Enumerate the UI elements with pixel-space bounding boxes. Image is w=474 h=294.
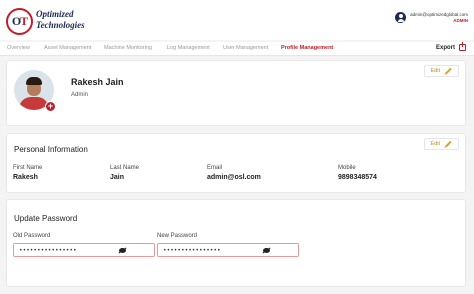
update-password-title: Update Password — [14, 214, 78, 223]
new-password-label: New Password — [157, 233, 198, 239]
edit-label: Edit — [430, 141, 440, 147]
logo-letter-o: O — [11, 14, 21, 28]
pencil-icon — [445, 67, 452, 75]
brand-name-line2: Technologies — [36, 20, 85, 30]
first-name-label: First Name — [13, 165, 43, 171]
hide-password-icon[interactable] — [119, 248, 126, 253]
profile-role: Admin — [71, 92, 89, 98]
update-password-card: Update Password Old Password New Passwor… — [6, 199, 466, 287]
brand-logo[interactable]: OT — [6, 8, 33, 35]
personal-info-title: Personal Information — [14, 145, 88, 154]
old-password-input[interactable] — [13, 243, 155, 257]
main-nav: Overview Asset Management Machine Monito… — [0, 42, 474, 56]
avatar-hair — [26, 77, 42, 85]
mobile-label: Mobile — [338, 165, 356, 171]
first-name-value: Rakesh — [13, 174, 38, 181]
add-photo-button[interactable]: + — [45, 101, 56, 112]
tab-machine-monitoring[interactable]: Machine Monitoring — [104, 45, 152, 51]
email-label: Email — [207, 165, 223, 171]
export-label: Export — [435, 44, 455, 51]
user-email: admin@optimizedglobal.com — [410, 12, 468, 17]
new-password-input[interactable] — [157, 243, 299, 257]
logo-letter-t: T — [20, 14, 28, 28]
personal-info-card: Personal Information Edit First Name Rak… — [6, 133, 466, 193]
export-button[interactable]: Export — [435, 42, 466, 51]
tab-profile-management[interactable]: Profile Management — [281, 45, 333, 51]
tab-asset-management[interactable]: Asset Management — [44, 45, 91, 51]
top-header: OT Optimized Technologies admin@optimize… — [0, 0, 474, 40]
brand-name: Optimized Technologies — [36, 9, 85, 31]
profile-card: + Rakesh Jain Admin Edit — [6, 60, 466, 126]
brand-name-line1: Optimized — [36, 9, 74, 19]
last-name-value: Jain — [110, 174, 125, 181]
user-avatar-icon[interactable] — [395, 12, 407, 23]
tab-user-management[interactable]: User Management — [223, 45, 268, 51]
export-icon — [459, 42, 466, 51]
edit-profile-button[interactable]: Edit — [423, 65, 459, 77]
pencil-icon — [445, 140, 452, 148]
profile-name: Rakesh Jain — [71, 77, 124, 87]
hide-password-icon[interactable] — [263, 248, 270, 253]
tab-overview[interactable]: Overview — [7, 45, 30, 51]
old-password-label: Old Password — [13, 233, 51, 239]
email-value: admin@osl.com — [207, 174, 261, 181]
user-menu[interactable]: admin@optimizedglobal.com ADMIN — [395, 12, 468, 23]
user-role: ADMIN — [453, 18, 468, 23]
edit-personal-button[interactable]: Edit — [423, 138, 459, 150]
last-name-label: Last Name — [110, 165, 140, 171]
tab-log-management[interactable]: Log Management — [167, 45, 210, 51]
edit-label: Edit — [430, 68, 440, 74]
mobile-value: 9898348574 — [338, 174, 377, 181]
